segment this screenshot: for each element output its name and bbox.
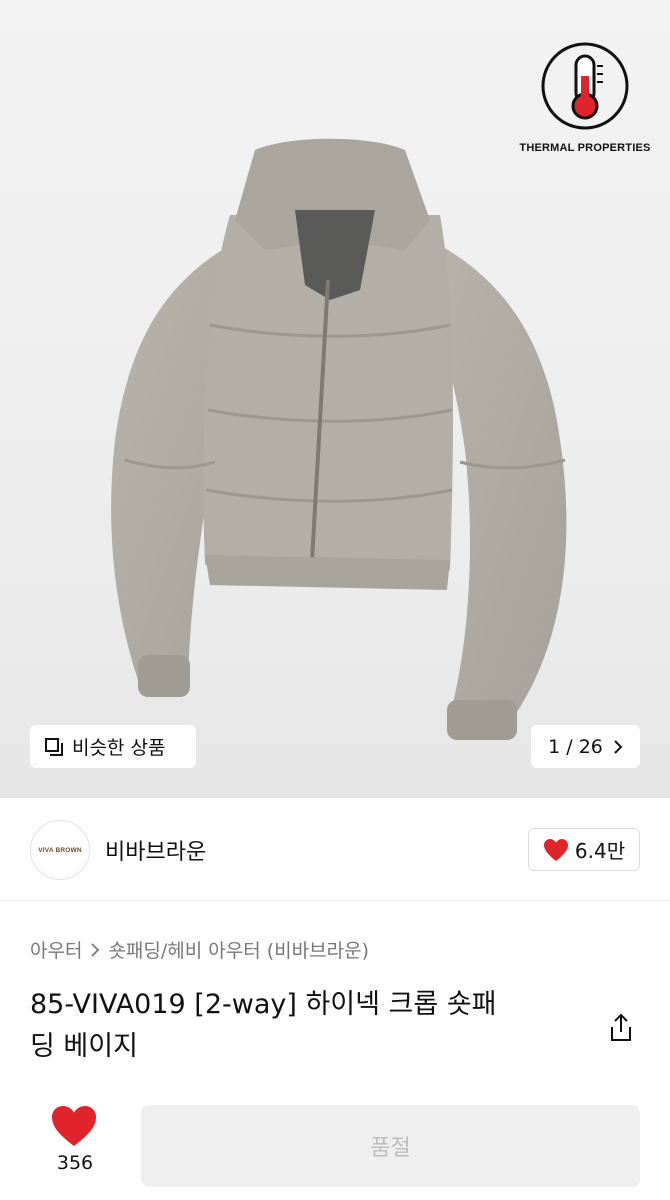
breadcrumb: 아우터 숏패딩/헤비 아우터 (비바브라운)	[30, 936, 369, 963]
image-counter-label: 1 / 26	[548, 735, 603, 758]
sold-out-label: 품절	[370, 1136, 411, 1161]
sold-out-button: 품절	[141, 1105, 640, 1187]
brand-like-count: 6.4만	[574, 839, 626, 863]
product-title: 85-VIVA019 [2-way] 하이넥 크롭 숏패 딩 베이지	[30, 984, 590, 1068]
product-image-carousel[interactable]: THERMAL PROPERTIES 비슷한 상품 1 / 26	[0, 0, 670, 798]
chevron-right-icon	[91, 942, 100, 957]
product-title-line: 85-VIVA019 [2-way] 하이넥 크롭 숏패	[30, 989, 497, 1020]
chevron-right-icon	[614, 739, 623, 754]
thermal-properties-badge: THERMAL PROPERTIES	[510, 40, 660, 154]
share-icon[interactable]	[605, 1012, 637, 1044]
brand-like-button[interactable]: 6.4만	[528, 828, 640, 871]
similar-products-button[interactable]: 비슷한 상품	[30, 725, 196, 768]
image-counter-button[interactable]: 1 / 26	[531, 725, 640, 768]
brand-logo[interactable]: VIVA BROWN	[30, 820, 90, 880]
heart-icon	[543, 838, 568, 861]
brand-logo-text: VIVA BROWN	[38, 846, 82, 854]
breadcrumb-item[interactable]: 숏패딩/헤비 아우터 (비바브라운)	[108, 936, 369, 963]
like-count: 356	[56, 1152, 94, 1174]
brand-row: VIVA BROWN 비바브라운 6.4만	[0, 798, 670, 901]
thermometer-icon	[541, 42, 629, 130]
similar-products-icon	[45, 737, 63, 756]
brand-name[interactable]: 비바브라운	[105, 834, 206, 866]
badge-label: THERMAL PROPERTIES	[519, 142, 651, 154]
similar-products-label: 비슷한 상품	[72, 737, 166, 759]
breadcrumb-item[interactable]: 아우터	[30, 936, 82, 963]
like-heart-button[interactable]	[50, 1104, 98, 1148]
product-title-line: 딩 베이지	[30, 1031, 138, 1062]
